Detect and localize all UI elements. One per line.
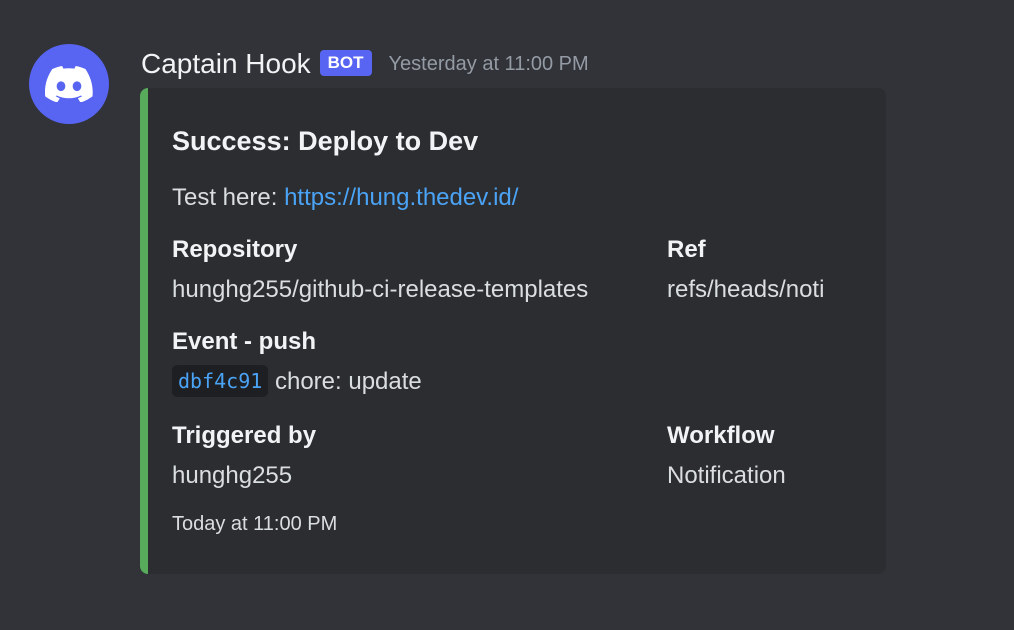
description-prefix: Test here: [172,184,285,211]
message-timestamp[interactable]: Yesterday at 11:00 PM [389,53,589,76]
bot-badge: BOT [319,50,372,76]
field-event-name: Event - push [172,328,317,355]
chat-message: Captain Hook BOT Yesterday at 11:00 PM S… [0,0,1014,630]
username[interactable]: Captain Hook [141,48,311,80]
field-repository-name: Repository [172,236,298,263]
avatar[interactable] [29,44,109,124]
embed-footer-timestamp: Today at 11:00 PM [172,513,338,535]
field-ref-name: Ref [667,236,706,263]
embed-accent-bar [140,88,148,574]
commit-hash-link[interactable]: dbf4c91 [172,365,269,397]
field-event-value: dbf4c91 chore: update [172,365,422,397]
discord-logo-icon [45,66,93,102]
field-workflow-name: Workflow [667,422,775,449]
embed-description: Test here: https://hung.thedev.id/ [172,184,518,212]
commit-message: chore: update [274,368,422,395]
field-triggered-by-name: Triggered by [172,422,317,449]
embed-card: Success: Deploy to Dev Test here: https:… [140,88,886,574]
embed-title: Success: Deploy to Dev [172,126,479,156]
message-header: Captain Hook BOT Yesterday at 11:00 PM [141,44,589,84]
field-triggered-by-value: hunghg255 [172,462,293,489]
field-ref-value: refs/heads/noti [667,276,825,303]
field-repository-value[interactable]: hunghg255/github-ci-release-templates [172,276,588,304]
field-workflow-value[interactable]: Notification [667,462,786,490]
test-link[interactable]: https://hung.thedev.id/ [284,184,518,211]
